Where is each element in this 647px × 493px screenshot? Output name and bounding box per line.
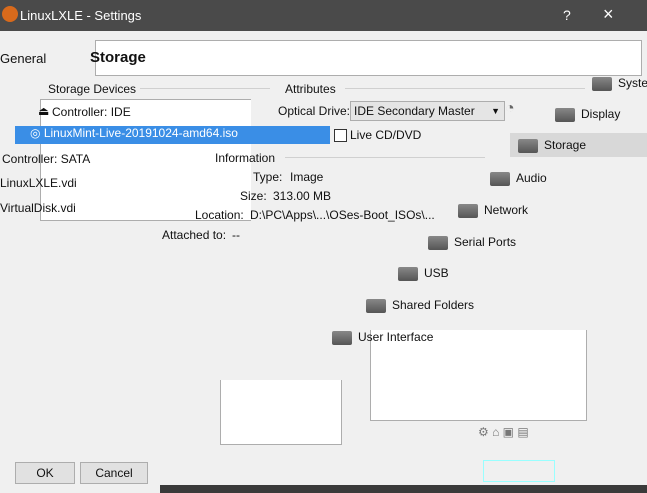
- section-general[interactable]: General: [0, 51, 46, 66]
- nav-label: Serial Ports: [454, 235, 517, 249]
- nav-item-user-interface[interactable]: User Interface: [332, 330, 433, 345]
- chevron-down-icon: ▼: [491, 106, 500, 116]
- taskbar-edge: [160, 485, 647, 493]
- optical-drive-select[interactable]: IDE Secondary Master ▼: [350, 101, 505, 121]
- live-cd-label: Live CD/DVD: [350, 128, 422, 142]
- virtualbox-app-icon: [2, 6, 18, 22]
- information-label: Information: [215, 151, 276, 165]
- storage-devices-label: Storage Devices: [48, 82, 137, 96]
- shared-folders-icon: [366, 298, 386, 313]
- divider: [345, 88, 585, 89]
- type-label: Type:: [253, 170, 283, 184]
- nav-label: Shared Folders: [392, 298, 475, 312]
- user-interface-icon: [332, 330, 352, 345]
- tree-bottom-panel: [220, 380, 342, 445]
- ok-button[interactable]: OK: [15, 462, 75, 484]
- nav-item-shared-folders[interactable]: Shared Folders: [366, 298, 474, 313]
- divider: [285, 157, 485, 158]
- help-button[interactable]: ?: [563, 7, 571, 23]
- nav-item-system[interactable]: System: [592, 76, 647, 91]
- nav-label: Network: [484, 203, 529, 217]
- attached-to-value: --: [232, 228, 240, 242]
- header-panel: [95, 40, 642, 76]
- usb-icon: [398, 266, 418, 281]
- title-bar: LinuxLXLE - Settings ? ×: [0, 0, 647, 31]
- divider: [140, 88, 270, 89]
- nav-label: Display: [581, 107, 621, 121]
- nav-item-audio[interactable]: Audio: [490, 171, 547, 186]
- tree-item-disk-lxle[interactable]: LinuxLXLE.vdi: [0, 176, 77, 190]
- type-value: Image: [290, 170, 324, 184]
- tree-item-label: LinuxMint-Live-20191024-amd64.iso: [43, 126, 238, 140]
- tree-item-controller-sata[interactable]: Controller: SATA: [2, 152, 90, 166]
- serial-port-icon: [428, 235, 448, 250]
- size-label: Size:: [240, 189, 267, 203]
- nav-item-network[interactable]: Network: [458, 203, 528, 218]
- system-icon: [592, 76, 612, 91]
- nav-item-serial-ports[interactable]: Serial Ports: [428, 235, 516, 250]
- tree-item-optical-selected[interactable]: ◎ LinuxMint-Live-20191024-amd64.iso: [15, 126, 330, 144]
- nav-label: User Interface: [358, 330, 434, 344]
- optical-disc-icon: ◎: [30, 126, 41, 140]
- storage-toolbar-icons[interactable]: ⚙ ⌂ ▣ ▤: [478, 425, 529, 439]
- focus-outline: [483, 460, 555, 482]
- controller-icon: ⏏: [38, 104, 50, 118]
- audio-icon: [490, 171, 510, 186]
- attributes-label: Attributes: [285, 82, 336, 96]
- storage-icon: [518, 138, 538, 153]
- nav-label: USB: [424, 266, 449, 280]
- window-title: LinuxLXLE - Settings: [20, 8, 142, 23]
- display-icon: [555, 107, 575, 122]
- optical-drive-label: Optical Drive:: [278, 104, 351, 118]
- network-icon: [458, 203, 478, 218]
- nav-item-display[interactable]: Display: [555, 107, 620, 122]
- nav-item-storage-selected[interactable]: Storage: [510, 133, 647, 157]
- nav-label: System: [618, 76, 647, 90]
- nav-label: Audio: [516, 171, 547, 185]
- choose-disk-icon[interactable]: ◔: [505, 100, 515, 118]
- close-button[interactable]: ×: [603, 4, 614, 25]
- tree-item-disk-virtualdisk[interactable]: VirtualDisk.vdi: [0, 201, 76, 215]
- cancel-button[interactable]: Cancel: [80, 462, 148, 484]
- location-label: Location:: [195, 208, 244, 222]
- page-title: Storage: [90, 49, 146, 66]
- attached-to-label: Attached to:: [162, 228, 227, 242]
- optical-drive-value: IDE Secondary Master: [354, 104, 475, 118]
- live-cd-checkbox[interactable]: [334, 129, 347, 142]
- nav-label: Storage: [544, 138, 587, 152]
- size-value: 313.00 MB: [273, 189, 332, 203]
- nav-item-usb[interactable]: USB: [398, 266, 449, 281]
- tree-item-controller-ide[interactable]: Controller: IDE: [52, 105, 131, 119]
- location-value: D:\PC\Apps\...\OSes-Boot_ISOs\...: [250, 208, 435, 222]
